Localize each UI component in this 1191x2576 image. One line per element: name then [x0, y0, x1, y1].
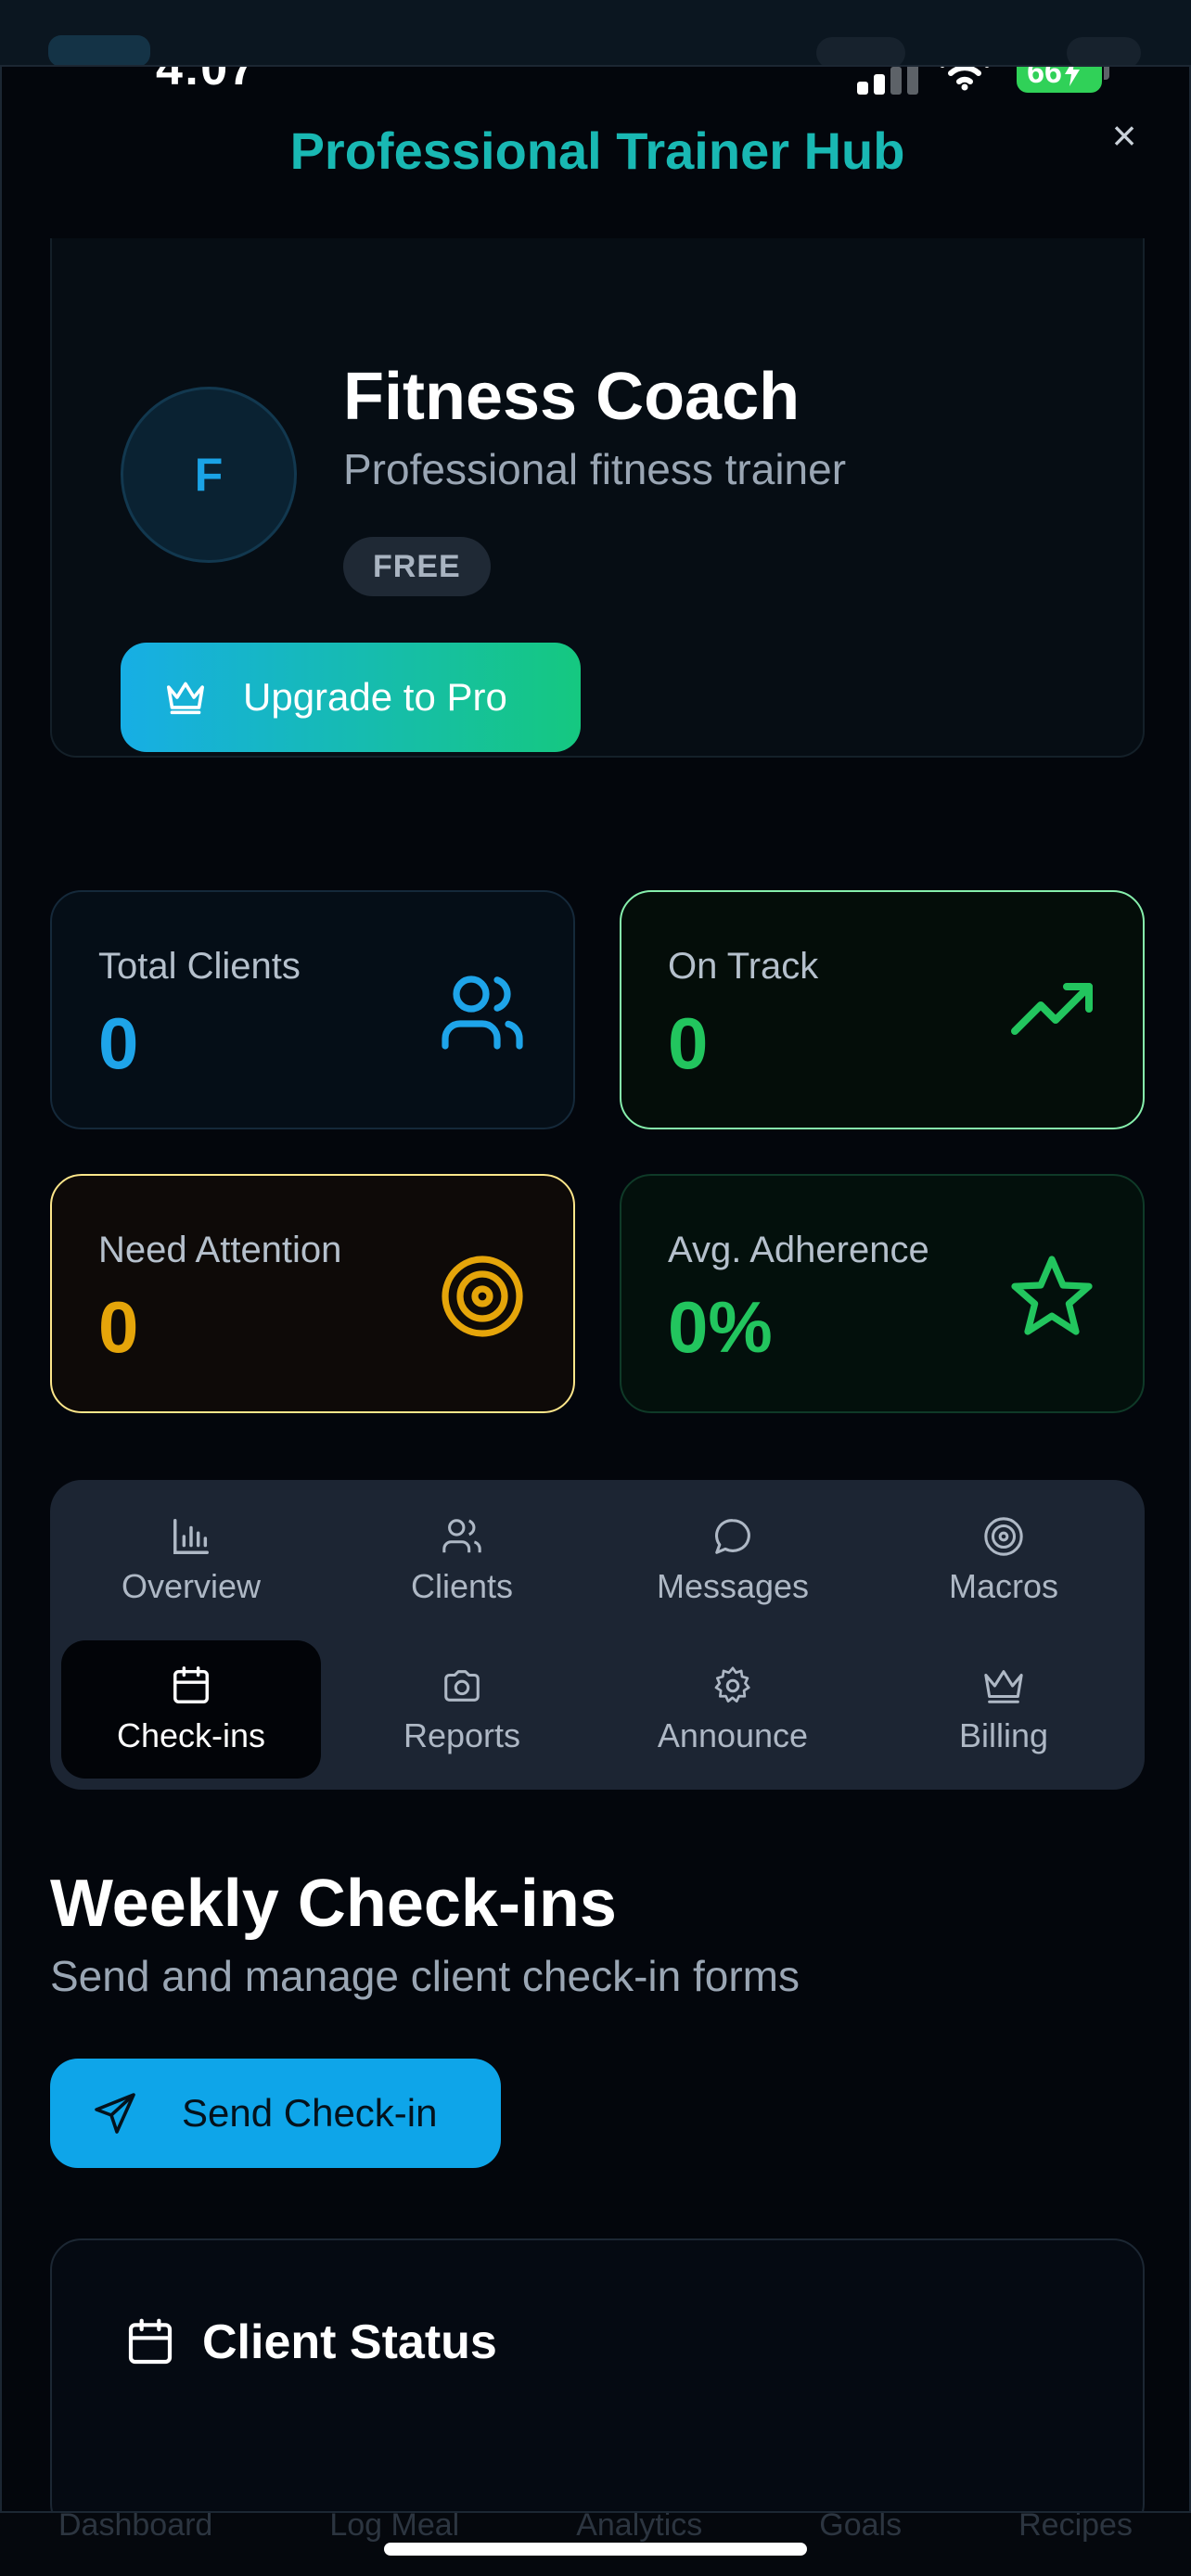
stat-need-attention: Need Attention 0 [50, 1174, 575, 1413]
send-label: Send Check-in [182, 2091, 438, 2135]
users-icon [442, 1518, 481, 1552]
tab-overview[interactable]: Overview [61, 1491, 321, 1629]
stat-label: Avg. Adherence [668, 1230, 929, 1270]
profile-card: F Fitness Coach Professional fitness tra… [50, 238, 1145, 758]
background-tab: Dashboard [58, 2507, 213, 2543]
background-pill [1067, 37, 1141, 69]
status-bar: 4:07 66 [2, 65, 1189, 141]
cellular-signal-icon [857, 67, 918, 95]
tab-label: Messages [656, 1566, 810, 1605]
client-status-title: Client Status [202, 2315, 497, 2369]
tab-label: Overview [121, 1566, 262, 1605]
battery-indicator: 66 [1017, 65, 1102, 93]
tab-label: Announce [657, 1715, 809, 1754]
stat-avg-adherence: Avg. Adherence 0% [620, 1174, 1145, 1413]
stat-label: Need Attention [98, 1230, 342, 1270]
tab-check-ins[interactable]: Check-ins [61, 1640, 321, 1779]
target-icon [984, 1516, 1023, 1556]
star-icon [1011, 1256, 1093, 1335]
background-header [0, 0, 1191, 69]
stat-label: Total Clients [98, 946, 301, 987]
calendar-icon [128, 2318, 173, 2365]
stat-value: 0 [98, 1002, 139, 1084]
stat-label: On Track [668, 946, 819, 987]
tab-announce[interactable]: Announce [603, 1640, 863, 1779]
tab-messages[interactable]: Messages [603, 1491, 863, 1629]
upgrade-label: Upgrade to Pro [243, 675, 507, 719]
charging-bolt-icon [1064, 67, 1080, 86]
status-time: 4:07 [156, 65, 257, 96]
tab-label: Reports [403, 1715, 521, 1754]
plan-badge: FREE [343, 537, 491, 596]
section-title: Weekly Check-ins [50, 1867, 617, 1941]
background-tab: Recipes [1018, 2507, 1133, 2543]
wifi-icon [940, 67, 990, 91]
section-subtitle: Send and manage client check-in forms [50, 1952, 800, 2000]
upgrade-to-pro-button[interactable]: Upgrade to Pro [121, 643, 581, 752]
send-icon [95, 2093, 135, 2134]
background-tab: Goals [819, 2507, 903, 2543]
tab-label: Clients [410, 1566, 514, 1605]
gear-icon [714, 1665, 750, 1702]
background-pill [816, 37, 905, 69]
avatar: F [121, 387, 297, 563]
background-tab: Analytics [576, 2507, 703, 2543]
stat-value: 0 [668, 1002, 709, 1084]
stat-total-clients: Total Clients 0 [50, 890, 575, 1129]
stat-value: 0 [98, 1286, 139, 1368]
send-check-in-button[interactable]: Send Check-in [50, 2059, 501, 2168]
avatar-initial: F [194, 449, 224, 501]
tab-billing[interactable]: Billing [874, 1640, 1133, 1779]
client-status-header: Client Status [124, 2315, 497, 2370]
camera-icon [444, 1669, 480, 1702]
client-status-card: Client Status [50, 2238, 1145, 2511]
background-logo [48, 35, 150, 67]
target-icon [442, 1256, 523, 1337]
trainer-hub-sheet: 4:07 66 Professional Trainer Hub × F Fit… [0, 65, 1191, 2513]
stat-on-track: On Track 0 [620, 890, 1145, 1129]
tab-macros[interactable]: Macros [874, 1491, 1133, 1629]
message-icon [715, 1518, 750, 1554]
battery-nub [1104, 67, 1109, 80]
users-icon [442, 976, 523, 1050]
tab-clients[interactable]: Clients [332, 1491, 592, 1629]
crown-icon [167, 682, 204, 715]
home-indicator[interactable] [384, 2543, 807, 2556]
background-tab-bar: Dashboard Log Meal Analytics Goals Recip… [0, 2504, 1191, 2576]
crown-icon [984, 1669, 1023, 1703]
tab-label: Check-ins [116, 1715, 266, 1754]
tab-reports[interactable]: Reports [332, 1640, 592, 1779]
profile-subtitle: Professional fitness trainer [343, 445, 847, 493]
profile-name: Fitness Coach [343, 360, 800, 434]
tab-label: Macros [948, 1566, 1059, 1605]
battery-level: 66 [1027, 65, 1062, 90]
bar-chart-icon [173, 1518, 209, 1554]
tab-label: Billing [958, 1715, 1049, 1754]
hub-tab-grid: Overview Clients Messages Macros Check-i… [50, 1480, 1145, 1790]
calendar-icon [173, 1665, 209, 1703]
stat-value: 0% [668, 1286, 773, 1368]
background-tab: Log Meal [329, 2507, 460, 2543]
trending-up-icon [1011, 983, 1093, 1035]
